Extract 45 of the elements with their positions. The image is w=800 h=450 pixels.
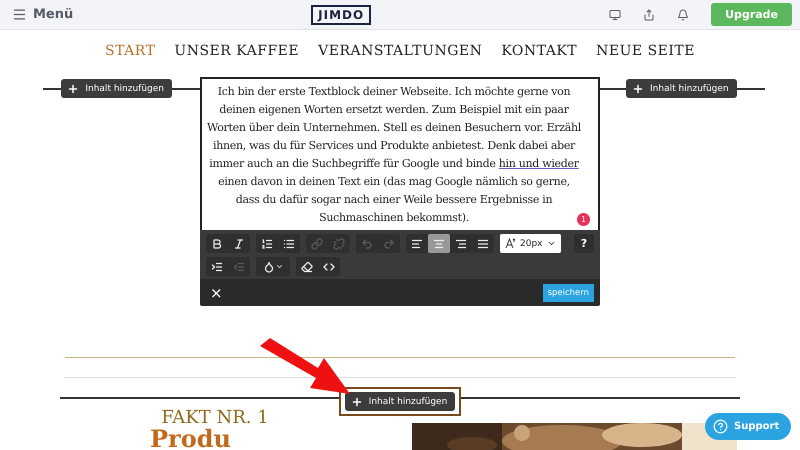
add-content-button[interactable]: Inhalt hinzufügen	[626, 79, 737, 98]
logo: JIMDO	[311, 4, 372, 24]
italic-icon	[233, 238, 245, 250]
ordered-list-icon	[261, 238, 273, 250]
code-icon	[323, 260, 335, 272]
align-justify-icon	[477, 238, 489, 250]
outdent-icon	[233, 260, 245, 272]
align-right-icon	[455, 238, 467, 250]
align-left-icon	[411, 238, 423, 250]
undo-icon	[361, 238, 373, 250]
indent-icon	[211, 260, 223, 272]
add-content-button[interactable]: Inhalt hinzufügen	[61, 79, 172, 98]
nav-link[interactable]: UNSER KAFFEE	[174, 43, 300, 67]
share-icon[interactable]	[643, 8, 656, 20]
text-link[interactable]: hin und wieder	[498, 157, 579, 170]
redo-icon	[383, 238, 395, 250]
color-icon	[262, 260, 274, 272]
plus-icon	[632, 82, 644, 94]
heading: Produ	[150, 428, 231, 450]
nav-link[interactable]: KONTAKT	[501, 43, 578, 67]
caret-icon	[546, 239, 556, 248]
eraser-icon	[301, 260, 313, 272]
font-size-icon	[505, 238, 516, 249]
help-icon	[713, 419, 728, 434]
font-size-dropdown[interactable]: 20px	[500, 234, 560, 253]
monitor-icon[interactable]	[609, 8, 622, 20]
add-content-button[interactable]: Inhalt hinzufügen	[344, 392, 456, 411]
menu-icon	[12, 7, 27, 22]
plus-icon	[67, 82, 80, 94]
nav-link[interactable]: START	[105, 43, 156, 67]
section-title: FAKT NR. 1	[161, 408, 269, 428]
close-button[interactable]: ×	[210, 284, 223, 302]
caret-icon	[274, 262, 284, 271]
align-center-icon	[433, 238, 445, 250]
help-button[interactable]: ?	[574, 234, 594, 253]
nav-link[interactable]: NEUE SEITE	[596, 43, 695, 67]
bold-icon	[211, 238, 223, 250]
link-icon	[311, 238, 323, 250]
nav-link[interactable]: VERANSTALTUNGEN	[318, 43, 482, 67]
count-badge: 1	[577, 213, 590, 226]
plus-icon	[350, 396, 363, 408]
unlink-icon	[333, 238, 345, 250]
menu-button[interactable]: Menü	[12, 7, 74, 22]
bell-icon[interactable]	[677, 8, 690, 20]
bullet-list-icon	[283, 238, 295, 250]
